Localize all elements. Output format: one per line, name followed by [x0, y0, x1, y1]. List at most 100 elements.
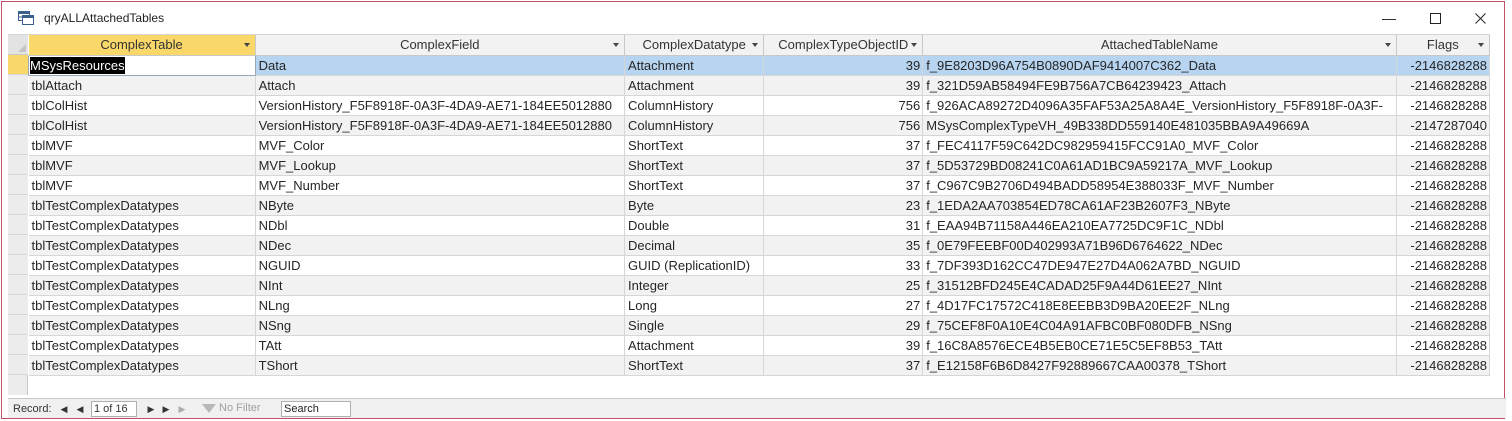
filter-toggle[interactable]: No Filter — [202, 402, 261, 414]
record-selector[interactable] — [8, 235, 28, 255]
table-cell[interactable]: 33 — [763, 255, 924, 276]
record-selector[interactable] — [8, 115, 28, 135]
table-cell[interactable]: 29 — [763, 315, 924, 336]
table-cell[interactable]: tblColHist — [28, 115, 256, 136]
table-cell[interactable]: VersionHistory_F5F8918F-0A3F-4DA9-AE71-1… — [255, 95, 626, 116]
record-selector[interactable] — [8, 175, 28, 195]
record-selector[interactable] — [8, 255, 28, 275]
table-cell[interactable]: f_FEC4117F59C642DC982959415FCC91A0_MVF_C… — [922, 135, 1397, 156]
table-cell[interactable]: MVF_Lookup — [255, 155, 626, 176]
record-selector[interactable] — [8, 195, 28, 215]
table-cell[interactable]: f_4D17FC17572C418E8EEBB3D9BA20EE2F_NLng — [922, 295, 1397, 316]
table-cell[interactable]: tblAttach — [28, 75, 256, 96]
table-cell[interactable]: 25 — [763, 275, 924, 296]
column-header-complexdatatype[interactable]: ComplexDatatype — [624, 35, 765, 56]
new-record-button[interactable]: ▶ — [176, 402, 188, 416]
search-input[interactable]: Search — [281, 401, 351, 417]
table-cell[interactable]: f_321D59AB58494FE9B756A7CB64239423_Attac… — [922, 75, 1397, 96]
table-row[interactable]: tblMVF MVF_Lookup ShortText 37 f_5D53729BD08… — [28, 155, 1491, 176]
table-row[interactable]: tblMVF MVF_Color ShortText 37 f_FEC4117F59C6… — [28, 135, 1491, 156]
table-row[interactable]: tblTestComplexDatatypes NByte Byte 23 f_1EDA… — [28, 195, 1491, 216]
table-cell[interactable]: tblTestComplexDatatypes — [28, 215, 256, 236]
table-row[interactable]: tblColHist VersionHistory_F5F8918F-0A3F-4… — [28, 115, 1491, 136]
table-cell[interactable]: -2146828288 — [1396, 195, 1491, 216]
table-cell[interactable]: MVF_Color — [255, 135, 626, 156]
column-header-complexfield[interactable]: ComplexField — [255, 35, 626, 56]
first-record-button[interactable]: ◀ — [58, 402, 70, 416]
table-cell[interactable]: f_16C8A8576ECE4B5EB0CE71E5C5EF8B53_TAtt — [922, 335, 1397, 356]
table-cell[interactable]: -2146828288 — [1396, 235, 1491, 256]
table-cell[interactable]: f_C967C9B2706D494BADD58954E388033F_MVF_N… — [922, 175, 1397, 196]
table-cell[interactable]: -2146828288 — [1396, 355, 1491, 376]
table-row[interactable]: tblTestComplexDatatypes NInt Integer 25 f_31… — [28, 275, 1491, 296]
table-cell[interactable]: f_1EDA2AA703854ED78CA61AF23B2607F3_NByte — [922, 195, 1397, 216]
dropdown-arrow-icon[interactable] — [243, 43, 250, 47]
table-cell[interactable]: f_5D53729BD08241C0A61AD1BC9A59217A_MVF_L… — [922, 155, 1397, 176]
close-button[interactable] — [1457, 2, 1503, 34]
table-cell[interactable]: f_0E79FEEBF00D402993A71B96D6764622_NDec — [922, 235, 1397, 256]
record-selector[interactable] — [8, 55, 28, 75]
current-record-field[interactable]: 1 of 16 — [91, 401, 137, 417]
table-cell[interactable]: Attachment — [624, 335, 765, 356]
table-cell[interactable]: ColumnHistory — [624, 115, 765, 136]
table-cell[interactable]: tblMVF — [28, 135, 256, 156]
dropdown-arrow-icon[interactable] — [1384, 43, 1391, 47]
table-cell[interactable]: tblTestComplexDatatypes — [28, 235, 256, 256]
table-cell[interactable]: -2146828288 — [1396, 295, 1491, 316]
table-cell[interactable]: -2146828288 — [1396, 315, 1491, 336]
table-cell[interactable]: f_7DF393D162CC47DE947E27D4A062A7BD_NGUID — [922, 255, 1397, 276]
table-cell[interactable]: NByte — [255, 195, 626, 216]
table-cell[interactable]: VersionHistory_F5F8918F-0A3F-4DA9-AE71-1… — [255, 115, 626, 136]
table-cell[interactable]: f_9E8203D96A754B0890DAF9414007C362_Data — [922, 55, 1397, 76]
table-row[interactable]: tblTestComplexDatatypes NDec Decimal 35 f_0E… — [28, 235, 1491, 256]
table-cell[interactable]: 39 — [763, 55, 924, 76]
table-cell[interactable]: tblTestComplexDatatypes — [28, 335, 256, 356]
table-row[interactable]: tblTestComplexDatatypes NDbl Double 31 f_EAA… — [28, 215, 1491, 236]
dropdown-arrow-icon[interactable] — [1478, 43, 1484, 47]
record-selector[interactable] — [8, 315, 28, 335]
table-row[interactable]: tblMVF MVF_Number ShortText 37 f_C967C9B2706… — [28, 175, 1491, 196]
table-cell[interactable]: tblTestComplexDatatypes — [28, 295, 256, 316]
table-cell[interactable]: -2146828288 — [1396, 275, 1491, 296]
table-cell[interactable]: ShortText — [624, 155, 765, 176]
column-header-complextable[interactable]: ComplexTable — [28, 35, 256, 56]
table-cell[interactable]: 756 — [763, 115, 924, 136]
record-selector[interactable] — [8, 355, 28, 375]
table-cell[interactable]: tblTestComplexDatatypes — [28, 355, 256, 376]
table-cell[interactable]: f_EAA94B71158A446EA210EA7725DC9F1C_NDbl — [922, 215, 1397, 236]
record-selector[interactable] — [8, 155, 28, 175]
column-header-attachedtablename[interactable]: AttachedTableName — [922, 35, 1397, 56]
table-cell[interactable]: 37 — [763, 355, 924, 376]
table-cell[interactable]: Decimal — [624, 235, 765, 256]
table-cell[interactable]: tblMVF — [28, 155, 256, 176]
table-cell[interactable]: Single — [624, 315, 765, 336]
table-cell[interactable]: -2146828288 — [1396, 75, 1491, 96]
table-cell[interactable]: tblTestComplexDatatypes — [28, 195, 256, 216]
table-cell[interactable]: tblColHist — [28, 95, 256, 116]
column-header-complextypeobjectid[interactable]: ComplexTypeObjectID — [763, 35, 924, 56]
table-cell[interactable]: 31 — [763, 215, 924, 236]
record-selector[interactable] — [8, 275, 28, 295]
select-all-corner[interactable] — [8, 35, 28, 55]
record-selector[interactable] — [8, 95, 28, 115]
table-cell[interactable]: -2146828288 — [1396, 55, 1491, 76]
table-row[interactable]: tblTestComplexDatatypes TAtt Attachment 39 f… — [28, 335, 1491, 356]
table-cell[interactable]: 39 — [763, 335, 924, 356]
table-cell[interactable]: ShortText — [624, 175, 765, 196]
table-cell[interactable]: f_926ACA89272D4096A35FAF53A25A8A4E_Versi… — [922, 95, 1397, 116]
table-cell[interactable]: 37 — [763, 175, 924, 196]
table-cell[interactable]: MVF_Number — [255, 175, 626, 196]
table-cell[interactable]: Attachment — [624, 75, 765, 96]
previous-record-button[interactable]: ◀ — [74, 402, 86, 416]
table-cell[interactable]: Attach — [255, 75, 626, 96]
table-cell[interactable]: -2146828288 — [1396, 215, 1491, 236]
table-cell[interactable]: ShortText — [624, 355, 765, 376]
table-cell[interactable]: MSysComplexTypeVH_49B338DD559140E481035B… — [922, 115, 1397, 136]
column-header-flags[interactable]: Flags — [1396, 35, 1491, 56]
dropdown-arrow-icon[interactable] — [613, 43, 620, 47]
table-cell[interactable]: f_75CEF8F0A10E4C04A91AFBC0BF080DFB_NSng — [922, 315, 1397, 336]
table-cell[interactable]: Long — [624, 295, 765, 316]
table-cell[interactable]: 35 — [763, 235, 924, 256]
table-cell[interactable]: Byte — [624, 195, 765, 216]
dropdown-arrow-icon[interactable] — [752, 43, 759, 47]
